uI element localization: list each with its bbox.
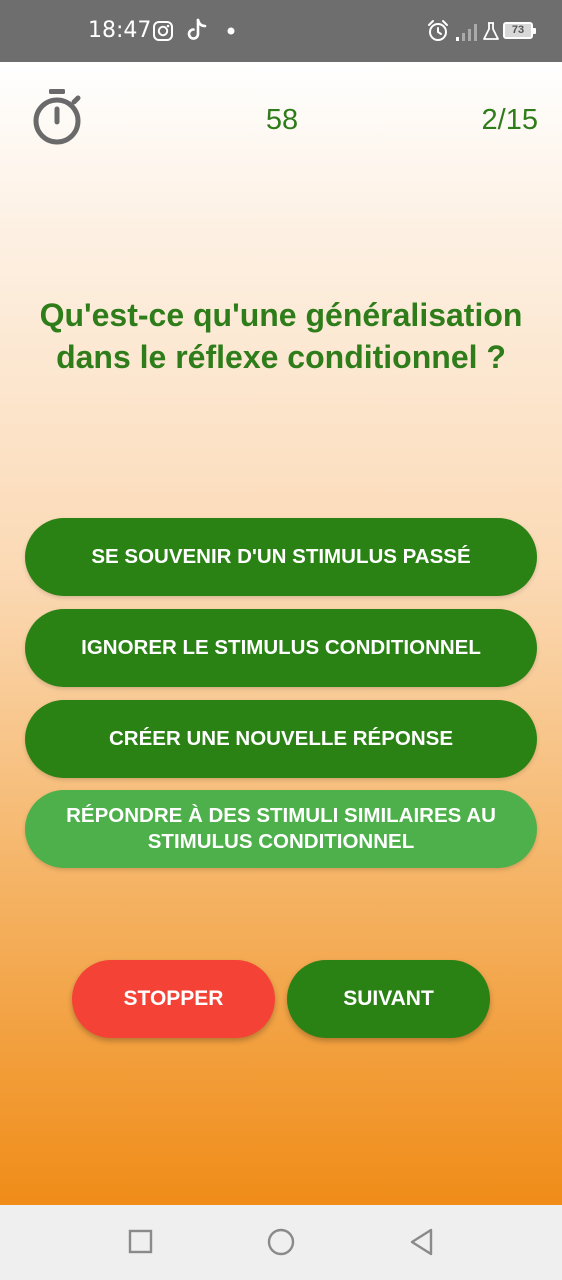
alarm-icon <box>428 20 448 41</box>
next-button[interactable]: SUIVANT <box>287 960 490 1038</box>
question-progress: 2/15 <box>481 104 538 136</box>
stop-button[interactable]: STOPPER <box>72 960 275 1038</box>
battery-icon: 73 <box>503 22 536 39</box>
quiz-screen: 58 2/15 Qu'est-ce qu'une généralisation … <box>0 62 562 1205</box>
question-text: Qu'est-ce qu'une généralisation dans le … <box>20 294 542 378</box>
countdown-value: 58 <box>265 104 299 136</box>
recent-apps-icon[interactable] <box>127 1227 155 1255</box>
back-icon[interactable] <box>408 1227 436 1257</box>
answer-option-2[interactable]: IGNORER LE STIMULUS CONDITIONNEL <box>25 609 537 687</box>
flask-icon <box>483 22 499 40</box>
answer-option-1[interactable]: SE SOUVENIR D'UN STIMULUS PASSÉ <box>25 518 537 596</box>
question-line-2: dans le réflexe conditionnel ? <box>56 339 506 375</box>
question-line-1: Qu'est-ce qu'une généralisation <box>39 297 523 333</box>
tiktok-icon <box>187 18 207 40</box>
answer-option-3[interactable]: CRÉER UNE NOUVELLE RÉPONSE <box>25 700 537 778</box>
answer-option-4[interactable]: RÉPONDRE À DES STIMULI SIMILAIRES AU STI… <box>25 790 537 868</box>
status-bar: 18:47 73 <box>0 0 562 62</box>
signal-icon <box>456 24 477 41</box>
instagram-icon <box>153 21 173 41</box>
home-icon[interactable] <box>265 1227 297 1257</box>
dot-icon <box>227 27 235 35</box>
stopwatch-icon <box>33 89 81 145</box>
status-time: 18:47 <box>88 18 152 43</box>
system-nav-bar <box>0 1205 562 1280</box>
